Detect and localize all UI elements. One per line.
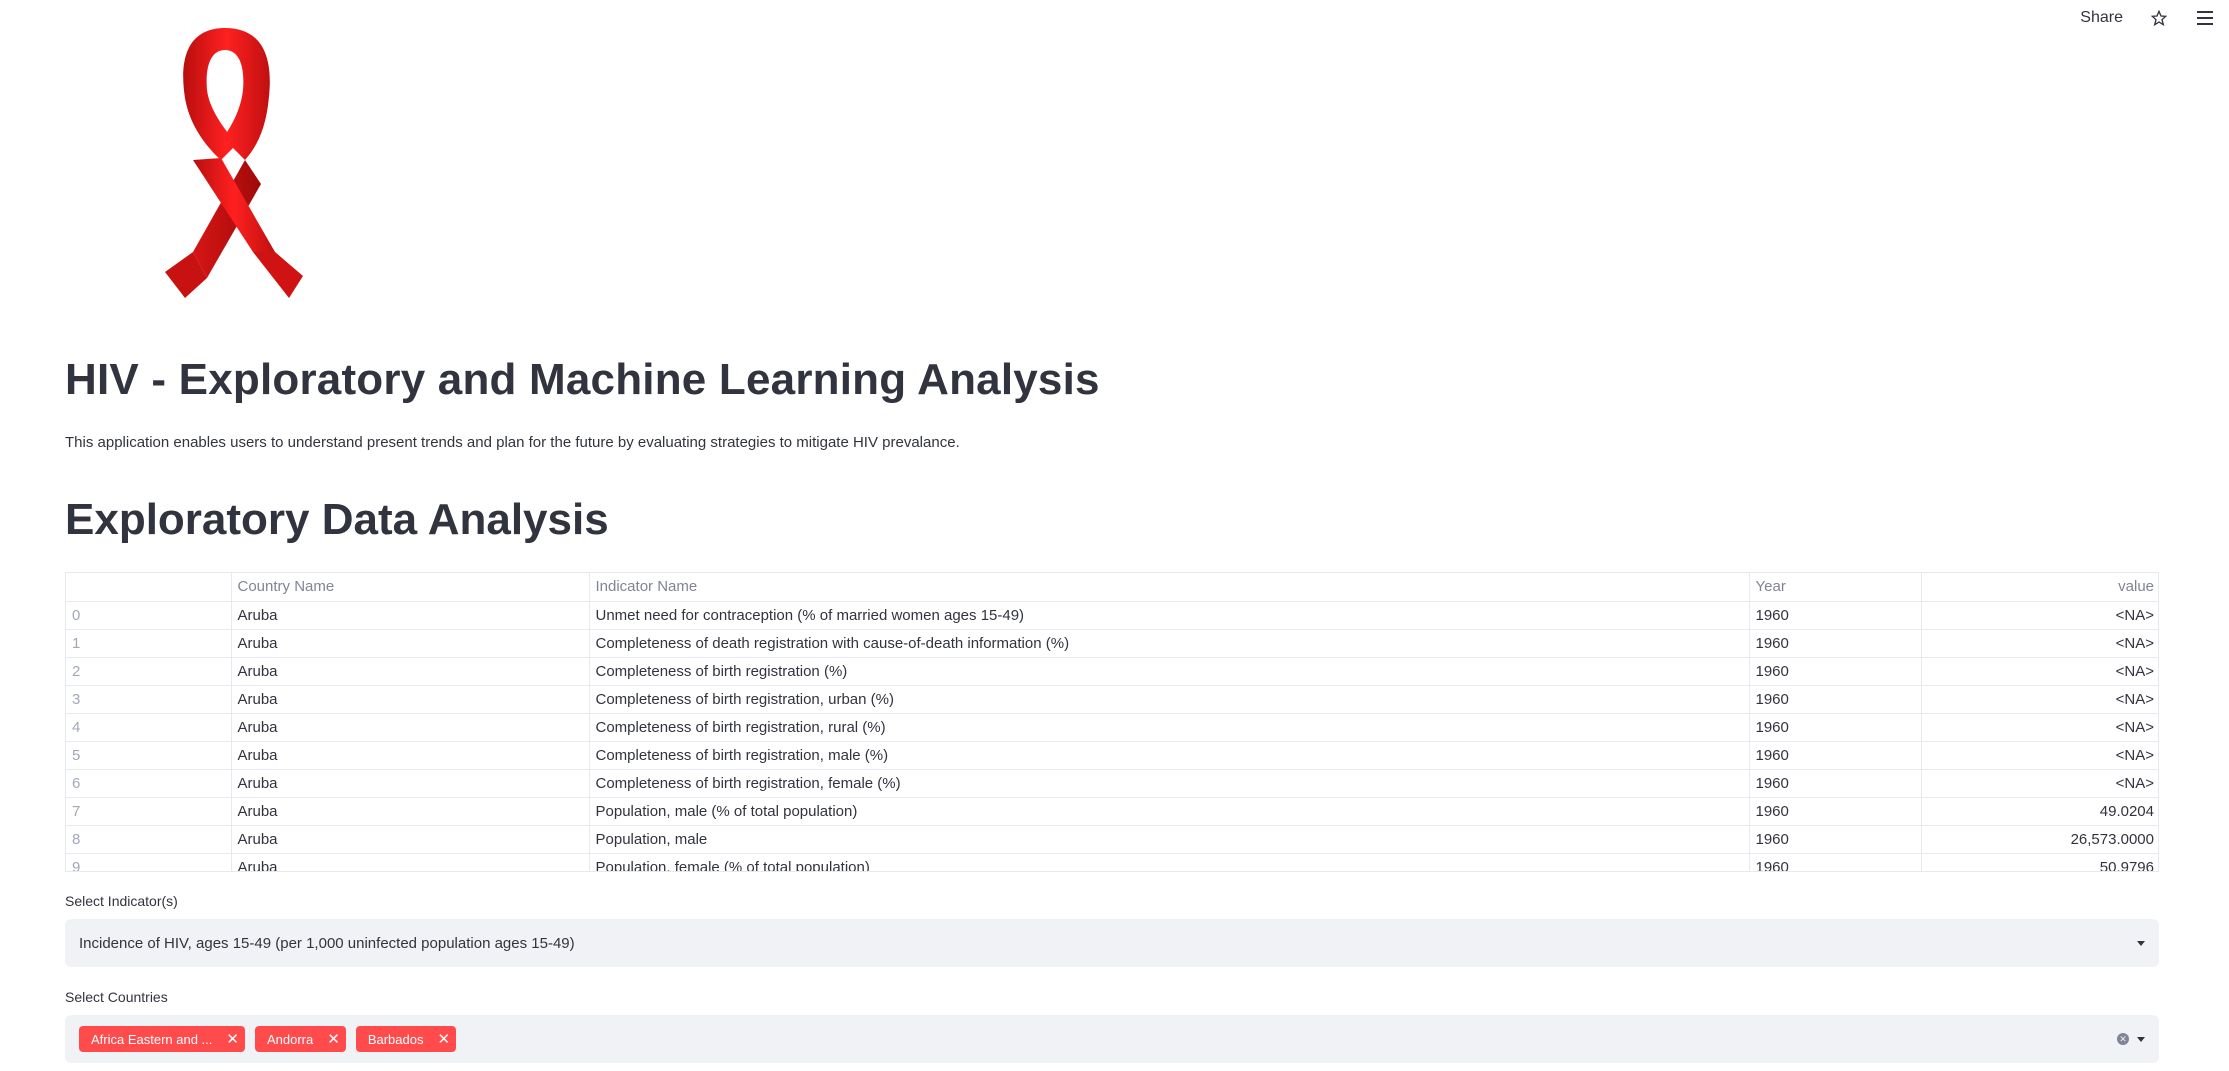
cell-year[interactable]: 1960 bbox=[1749, 769, 1922, 798]
column-header-index[interactable] bbox=[66, 573, 232, 602]
cell-year[interactable]: 1960 bbox=[1749, 825, 1922, 854]
cell-country-name[interactable]: Aruba bbox=[231, 853, 590, 871]
cell-year[interactable]: 1960 bbox=[1749, 685, 1922, 714]
indicator-select[interactable]: Incidence of HIV, ages 15-49 (per 1,000 … bbox=[65, 919, 2159, 967]
cell-year[interactable]: 1960 bbox=[1749, 629, 1922, 658]
hamburger-menu-icon[interactable] bbox=[2195, 8, 2215, 28]
column-header-year[interactable]: Year bbox=[1749, 573, 1922, 602]
table-row: 4 Aruba Completeness of birth registrati… bbox=[66, 713, 2158, 742]
indicator-select-label: Select Indicator(s) bbox=[65, 893, 178, 909]
table-row: 0 Aruba Unmet need for contraception (% … bbox=[66, 601, 2158, 630]
cell-value[interactable]: <NA> bbox=[1921, 657, 2158, 686]
dataframe-table[interactable]: Country Name Indicator Name Year value 0… bbox=[65, 572, 2159, 872]
page-title: HIV - Exploratory and Machine Learning A… bbox=[65, 355, 1100, 404]
chevron-down-icon[interactable] bbox=[2137, 940, 2145, 946]
row-index: 5 bbox=[66, 741, 232, 770]
table-row: 1 Aruba Completeness of death registrati… bbox=[66, 629, 2158, 658]
cell-country-name[interactable]: Aruba bbox=[231, 825, 590, 854]
close-icon[interactable]: ✕ bbox=[226, 1032, 239, 1047]
column-header-value[interactable]: value bbox=[1921, 573, 2158, 602]
cell-country-name[interactable]: Aruba bbox=[231, 713, 590, 742]
cell-year[interactable]: 1960 bbox=[1749, 601, 1922, 630]
cell-value[interactable]: 49.0204 bbox=[1921, 797, 2158, 826]
cell-year[interactable]: 1960 bbox=[1749, 853, 1922, 871]
cell-value[interactable]: <NA> bbox=[1921, 769, 2158, 798]
page-subtitle: This application enables users to unders… bbox=[65, 434, 960, 451]
table-row: 3 Aruba Completeness of birth registrati… bbox=[66, 685, 2158, 714]
cell-indicator-name[interactable]: Population, female (% of total populatio… bbox=[589, 853, 1750, 871]
indicator-select-value: Incidence of HIV, ages 15-49 (per 1,000 … bbox=[79, 934, 575, 952]
clear-all-icon[interactable]: ✕ bbox=[2117, 1033, 2129, 1045]
column-header-country-name[interactable]: Country Name bbox=[231, 573, 590, 602]
cell-value[interactable]: <NA> bbox=[1921, 629, 2158, 658]
section-title: Exploratory Data Analysis bbox=[65, 495, 609, 544]
table-row: 9 Aruba Population, female (% of total p… bbox=[66, 853, 2158, 871]
cell-year[interactable]: 1960 bbox=[1749, 741, 1922, 770]
row-index: 4 bbox=[66, 713, 232, 742]
row-index: 6 bbox=[66, 769, 232, 798]
country-tag[interactable]: Andorra ✕ bbox=[254, 1026, 346, 1052]
chevron-down-icon[interactable] bbox=[2137, 1036, 2145, 1042]
cell-country-name[interactable]: Aruba bbox=[231, 797, 590, 826]
row-index: 1 bbox=[66, 629, 232, 658]
table-header-row: Country Name Indicator Name Year value bbox=[66, 573, 2158, 602]
cell-country-name[interactable]: Aruba bbox=[231, 685, 590, 714]
cell-year[interactable]: 1960 bbox=[1749, 713, 1922, 742]
cell-indicator-name[interactable]: Completeness of death registration with … bbox=[589, 629, 1750, 658]
cell-value[interactable]: <NA> bbox=[1921, 685, 2158, 714]
close-icon[interactable]: ✕ bbox=[327, 1032, 340, 1047]
table-row: 8 Aruba Population, male 1960 26,573.000… bbox=[66, 825, 2158, 854]
table-row: 2 Aruba Completeness of birth registrati… bbox=[66, 657, 2158, 686]
row-index: 8 bbox=[66, 825, 232, 854]
country-tag-label: Andorra bbox=[266, 1031, 314, 1047]
cell-country-name[interactable]: Aruba bbox=[231, 741, 590, 770]
column-header-indicator-name[interactable]: Indicator Name bbox=[589, 573, 1750, 602]
cell-value[interactable]: <NA> bbox=[1921, 741, 2158, 770]
cell-country-name[interactable]: Aruba bbox=[231, 657, 590, 686]
cell-indicator-name[interactable]: Completeness of birth registration, fema… bbox=[589, 769, 1750, 798]
country-select-label: Select Countries bbox=[65, 989, 168, 1005]
row-index: 2 bbox=[66, 657, 232, 686]
row-index: 7 bbox=[66, 797, 232, 826]
country-tag[interactable]: Barbados ✕ bbox=[355, 1026, 457, 1052]
row-index: 3 bbox=[66, 685, 232, 714]
country-tag[interactable]: Africa Eastern and ... ✕ bbox=[79, 1026, 245, 1052]
row-index: 9 bbox=[66, 853, 232, 871]
country-tag-label: Barbados bbox=[367, 1031, 424, 1047]
close-icon[interactable]: ✕ bbox=[437, 1032, 450, 1047]
top-toolbar: Share bbox=[2080, 8, 2215, 28]
table-row: 5 Aruba Completeness of birth registrati… bbox=[66, 741, 2158, 770]
country-tag-label: Africa Eastern and ... bbox=[91, 1031, 213, 1047]
row-index: 0 bbox=[66, 601, 232, 630]
cell-value[interactable]: 50.9796 bbox=[1921, 853, 2158, 871]
cell-indicator-name[interactable]: Unmet need for contraception (% of marri… bbox=[589, 601, 1750, 630]
cell-indicator-name[interactable]: Completeness of birth registration, male… bbox=[589, 741, 1750, 770]
cell-year[interactable]: 1960 bbox=[1749, 657, 1922, 686]
table-row: 7 Aruba Population, male (% of total pop… bbox=[66, 797, 2158, 826]
cell-indicator-name[interactable]: Population, male (% of total population) bbox=[589, 797, 1750, 826]
cell-year[interactable]: 1960 bbox=[1749, 797, 1922, 826]
selected-countries: Africa Eastern and ... ✕ Andorra ✕ Barba… bbox=[79, 1026, 2117, 1052]
red-ribbon-icon bbox=[125, 20, 325, 320]
cell-country-name[interactable]: Aruba bbox=[231, 769, 590, 798]
cell-country-name[interactable]: Aruba bbox=[231, 601, 590, 630]
cell-value[interactable]: <NA> bbox=[1921, 713, 2158, 742]
star-icon[interactable] bbox=[2149, 8, 2169, 28]
cell-indicator-name[interactable]: Completeness of birth registration (%) bbox=[589, 657, 1750, 686]
cell-value[interactable]: <NA> bbox=[1921, 601, 2158, 630]
cell-indicator-name[interactable]: Completeness of birth registration, rura… bbox=[589, 713, 1750, 742]
table-row: 6 Aruba Completeness of birth registrati… bbox=[66, 769, 2158, 798]
cell-indicator-name[interactable]: Population, male bbox=[589, 825, 1750, 854]
cell-value[interactable]: 26,573.0000 bbox=[1921, 825, 2158, 854]
cell-country-name[interactable]: Aruba bbox=[231, 629, 590, 658]
cell-indicator-name[interactable]: Completeness of birth registration, urba… bbox=[589, 685, 1750, 714]
country-multiselect[interactable]: Africa Eastern and ... ✕ Andorra ✕ Barba… bbox=[65, 1015, 2159, 1063]
share-button[interactable]: Share bbox=[2080, 9, 2123, 27]
